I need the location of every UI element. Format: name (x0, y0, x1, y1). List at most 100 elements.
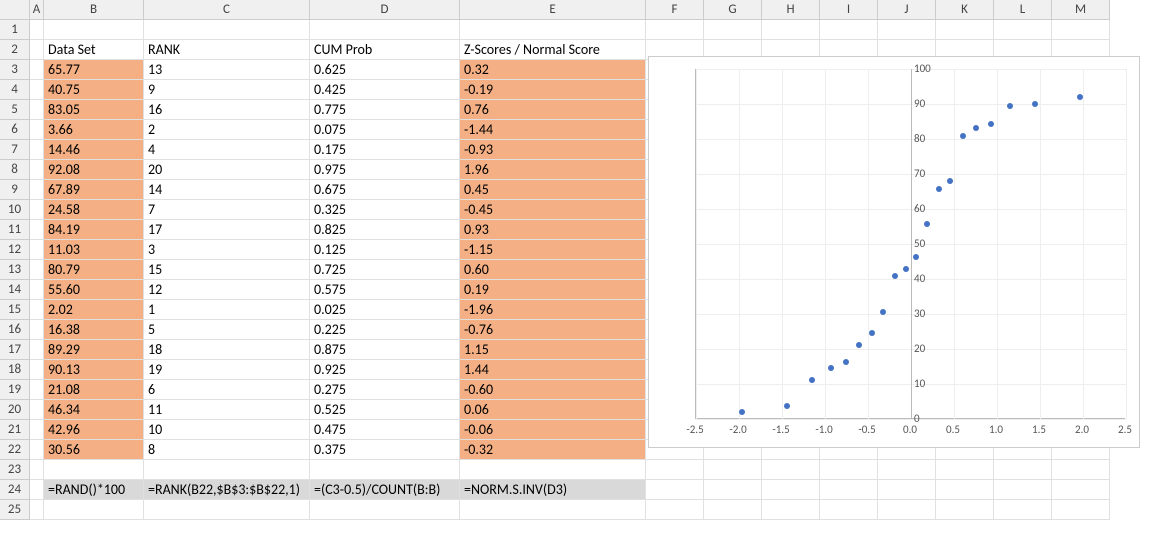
col-header-B[interactable]: B (44, 0, 144, 20)
table-cell[interactable]: -1.96 (460, 300, 646, 320)
table-cell[interactable]: 0.175 (310, 140, 460, 160)
cell-I25[interactable] (820, 500, 878, 520)
col-header-J[interactable]: J (878, 0, 936, 20)
cell-A4[interactable] (30, 80, 44, 100)
table-cell[interactable]: 0.275 (310, 380, 460, 400)
scatter-chart[interactable]: -2.5-2.0-1.5-1.0-0.50.00.51.01.52.02.501… (648, 56, 1140, 448)
table-cell[interactable]: 9 (144, 80, 310, 100)
row-header-23[interactable]: 23 (0, 460, 30, 480)
row-header-7[interactable]: 7 (0, 140, 30, 160)
cell-C23[interactable] (144, 460, 310, 480)
cell-I23[interactable] (820, 460, 878, 480)
cell-I24[interactable] (820, 480, 878, 500)
col-header-D[interactable]: D (310, 0, 460, 20)
cell-D23[interactable] (310, 460, 460, 480)
table-cell[interactable]: 83.05 (44, 100, 144, 120)
cell-L1[interactable] (994, 20, 1052, 40)
cell-K24[interactable] (936, 480, 994, 500)
table-cell[interactable]: 6 (144, 380, 310, 400)
cell-M23[interactable] (1052, 460, 1110, 480)
cell-L25[interactable] (994, 500, 1052, 520)
cell-K25[interactable] (936, 500, 994, 520)
col-header-G[interactable]: G (704, 0, 762, 20)
cell-A16[interactable] (30, 320, 44, 340)
cell-G25[interactable] (704, 500, 762, 520)
formula-cell-C[interactable]: =RANK(B22,$B$3:$B$22,1) (144, 480, 310, 500)
table-cell[interactable]: 46.34 (44, 400, 144, 420)
cell-J25[interactable] (878, 500, 936, 520)
cell-A14[interactable] (30, 280, 44, 300)
table-cell[interactable]: 30.56 (44, 440, 144, 460)
row-header-13[interactable]: 13 (0, 260, 30, 280)
table-cell[interactable]: 3 (144, 240, 310, 260)
cell-A21[interactable] (30, 420, 44, 440)
table-cell[interactable]: 0.075 (310, 120, 460, 140)
table-cell[interactable]: 5 (144, 320, 310, 340)
cell-A18[interactable] (30, 360, 44, 380)
cell-A9[interactable] (30, 180, 44, 200)
table-cell[interactable]: 15 (144, 260, 310, 280)
table-cell[interactable]: 20 (144, 160, 310, 180)
cell-C25[interactable] (144, 500, 310, 520)
table-cell[interactable]: -0.60 (460, 380, 646, 400)
cell-A1[interactable] (30, 20, 44, 40)
cell-D1[interactable] (310, 20, 460, 40)
cell-M25[interactable] (1052, 500, 1110, 520)
table-cell[interactable]: 0.93 (460, 220, 646, 240)
row-header-24[interactable]: 24 (0, 480, 30, 500)
cell-A19[interactable] (30, 380, 44, 400)
table-cell[interactable]: 0.775 (310, 100, 460, 120)
table-cell[interactable]: 0.32 (460, 60, 646, 80)
table-cell[interactable]: 0.325 (310, 200, 460, 220)
table-cell[interactable]: -1.44 (460, 120, 646, 140)
cell-E23[interactable] (460, 460, 646, 480)
cell-C1[interactable] (144, 20, 310, 40)
col-header-I[interactable]: I (820, 0, 878, 20)
table-cell[interactable]: 0.025 (310, 300, 460, 320)
cell-G1[interactable] (704, 20, 762, 40)
cell-J1[interactable] (878, 20, 936, 40)
cell-A25[interactable] (30, 500, 44, 520)
table-cell[interactable]: 40.75 (44, 80, 144, 100)
table-cell[interactable]: 0.925 (310, 360, 460, 380)
table-cell[interactable]: 11 (144, 400, 310, 420)
cell-A12[interactable] (30, 240, 44, 260)
cell-A24[interactable] (30, 480, 44, 500)
cell-A13[interactable] (30, 260, 44, 280)
cell-L24[interactable] (994, 480, 1052, 500)
table-cell[interactable]: 0.06 (460, 400, 646, 420)
row-header-10[interactable]: 10 (0, 200, 30, 220)
cell-M24[interactable] (1052, 480, 1110, 500)
table-cell[interactable]: -0.76 (460, 320, 646, 340)
cell-H1[interactable] (762, 20, 820, 40)
table-cell[interactable]: 0.975 (310, 160, 460, 180)
cell-A23[interactable] (30, 460, 44, 480)
cell-A2[interactable] (30, 40, 44, 60)
row-header-18[interactable]: 18 (0, 360, 30, 380)
column-label-C[interactable]: RANK (144, 40, 310, 60)
table-cell[interactable]: 0.725 (310, 260, 460, 280)
table-cell[interactable]: 0.225 (310, 320, 460, 340)
cell-L23[interactable] (994, 460, 1052, 480)
table-cell[interactable]: -0.32 (460, 440, 646, 460)
col-header-A[interactable]: A (30, 0, 44, 20)
table-cell[interactable]: 0.825 (310, 220, 460, 240)
table-cell[interactable]: 67.89 (44, 180, 144, 200)
col-header-K[interactable]: K (936, 0, 994, 20)
cell-F24[interactable] (646, 480, 704, 500)
cell-J23[interactable] (878, 460, 936, 480)
table-cell[interactable]: 21.08 (44, 380, 144, 400)
table-cell[interactable]: 19 (144, 360, 310, 380)
table-cell[interactable]: 1.15 (460, 340, 646, 360)
table-cell[interactable]: 0.60 (460, 260, 646, 280)
cell-K1[interactable] (936, 20, 994, 40)
cell-A10[interactable] (30, 200, 44, 220)
table-cell[interactable]: 55.60 (44, 280, 144, 300)
cell-B1[interactable] (44, 20, 144, 40)
table-cell[interactable]: 0.675 (310, 180, 460, 200)
cell-J24[interactable] (878, 480, 936, 500)
cell-F1[interactable] (646, 20, 704, 40)
table-cell[interactable]: 11.03 (44, 240, 144, 260)
cell-H24[interactable] (762, 480, 820, 500)
row-header-25[interactable]: 25 (0, 500, 30, 520)
